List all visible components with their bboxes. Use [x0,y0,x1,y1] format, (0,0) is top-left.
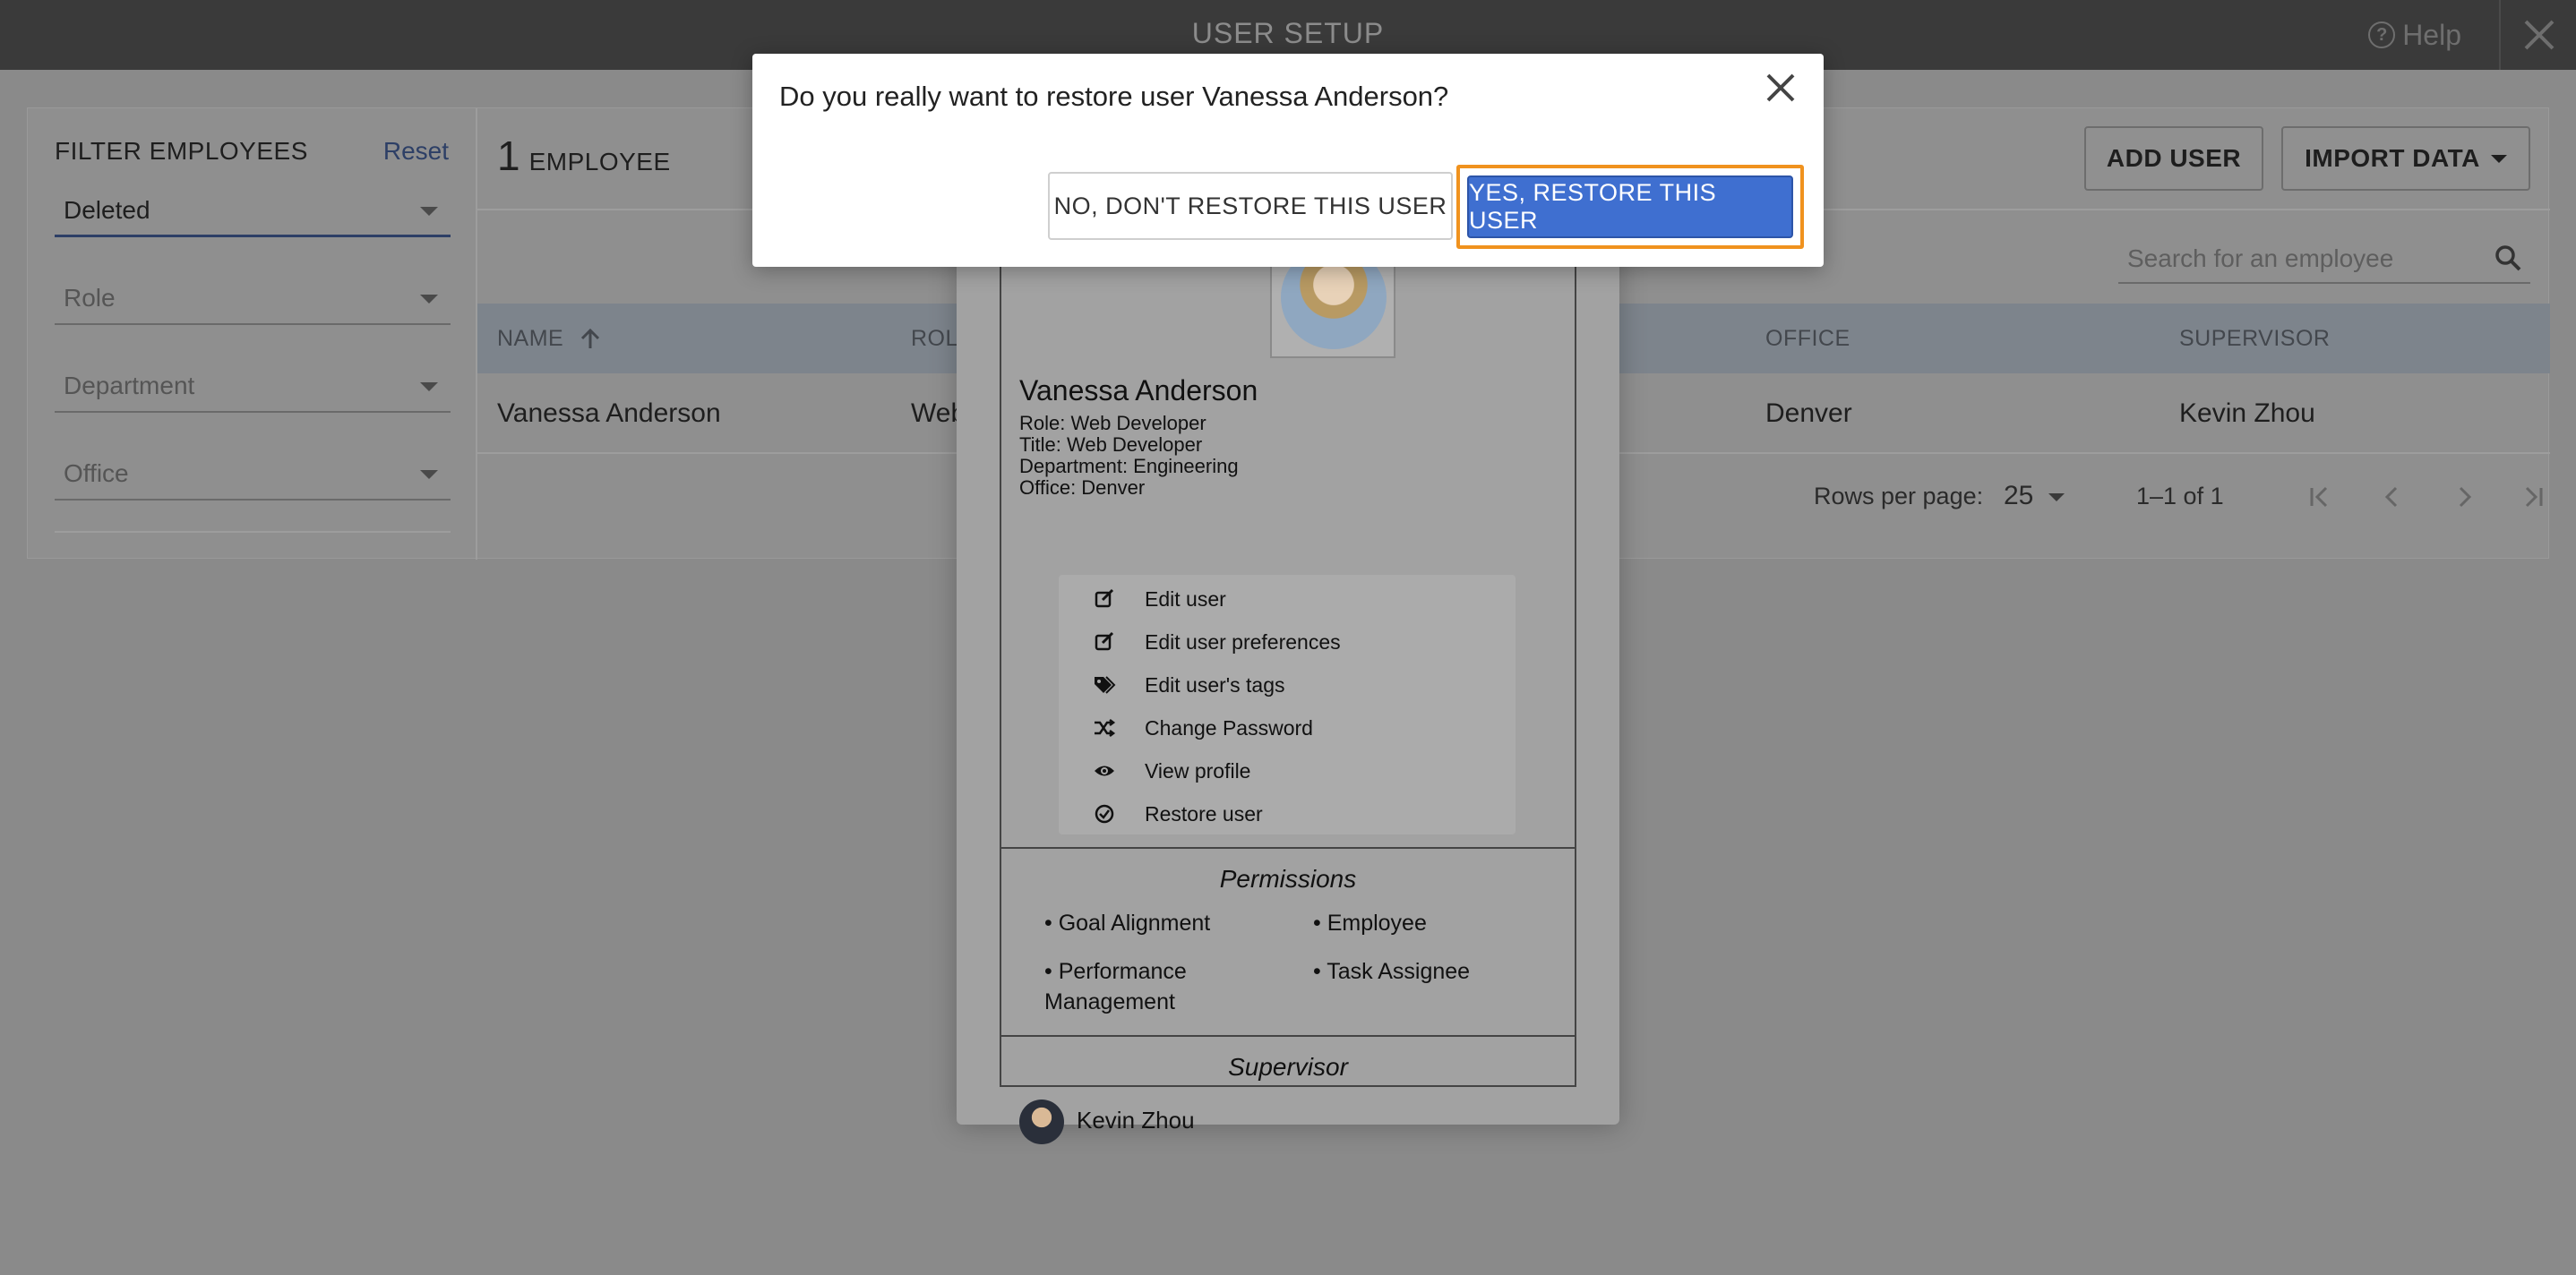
role-select-placeholder: Role [64,284,116,312]
filter-divider [55,531,451,533]
add-user-button[interactable]: ADD USER [2084,126,2263,191]
cell-name: Vanessa Anderson [497,398,721,428]
topbar-divider [2499,0,2501,70]
edit-icon [1095,631,1114,651]
employee-count-label: EMPLOYEE [528,148,671,175]
supervisor-avatar [1019,1100,1064,1144]
check-circle-icon [1095,804,1114,824]
employee-count-number: 1 [497,133,520,179]
search-icon [2495,245,2521,271]
user-department: Department: Engineering [1019,455,1239,477]
rows-per-page-select[interactable]: 25 [2004,481,2033,511]
tags-icon [1095,676,1116,694]
menu-item-change-password[interactable]: Change Password [1059,706,1516,749]
user-name: Vanessa Anderson [1019,374,1258,406]
chevron-down-icon [420,207,438,216]
dialog-question: Do you really want to restore user Vanes… [779,81,1449,112]
restore-user-button[interactable]: YES, RESTORE THIS USER [1467,175,1793,238]
last-page-icon[interactable] [2512,477,2552,517]
eye-icon [1095,766,1114,776]
column-header-supervisor[interactable]: SUPERVISOR [2179,304,2330,373]
menu-item-label: View profile [1145,759,1251,783]
shuffle-icon [1095,719,1116,737]
page-range: 1–1 of 1 [2136,483,2224,509]
close-icon[interactable] [2515,11,2563,59]
reset-link[interactable]: Reset [383,137,449,166]
user-office: Office: Denver [1019,476,1146,499]
close-icon[interactable] [1763,70,1799,106]
permission-item: • Performance Management [1044,959,1187,1014]
role-select[interactable]: Role [55,275,451,325]
next-page-icon[interactable] [2444,477,2484,517]
filter-sidebar: FILTER EMPLOYEES Reset Deleted Role Depa… [28,108,477,560]
employee-count: 1 EMPLOYEE [497,132,671,180]
chevron-down-icon [2048,493,2065,501]
menu-item-view-profile[interactable]: View profile [1059,749,1516,792]
chevron-down-icon [420,470,438,479]
user-card: Vanessa Anderson Role: Web Developer Tit… [1000,242,1576,1144]
permission-item: • Employee [1313,911,1427,936]
previous-page-icon[interactable] [2373,477,2412,517]
user-actions-menu: Edit user Edit user preferences Edit use… [1059,575,1516,834]
first-page-icon[interactable] [2301,477,2340,517]
menu-item-label: Restore user [1145,802,1263,826]
menu-item-label: Edit user preferences [1145,630,1341,654]
permission-item: • Task Assignee [1313,959,1471,984]
search-placeholder: Search for an employee [2127,244,2394,272]
column-header-name-label: NAME [497,326,564,351]
restore-confirm-dialog: Do you really want to restore user Vanes… [752,54,1824,267]
cell-supervisor: Kevin Zhou [2179,398,2315,428]
office-select[interactable]: Office [55,450,451,501]
menu-item-label: Change Password [1145,716,1313,740]
supervisor-title: Supervisor [1228,1053,1348,1081]
import-data-label: IMPORT DATA [2305,144,2480,172]
menu-item-label: Edit user's tags [1145,673,1285,697]
status-select-value: Deleted [64,196,150,224]
department-select[interactable]: Department [55,363,451,413]
filter-label: FILTER EMPLOYEES [55,137,308,165]
sort-ascending-icon [580,329,599,349]
supervisor-name: Kevin Zhou [1077,1107,1195,1134]
caret-down-icon [2490,154,2507,163]
help-icon: ? [2368,21,2396,48]
user-role: Role: Web Developer [1019,412,1206,434]
import-data-button[interactable]: IMPORT DATA [2281,126,2530,191]
menu-item-edit-user[interactable]: Edit user [1059,577,1516,620]
user-card-modal: Vanessa Anderson Role: Web Developer Tit… [957,170,1619,1144]
permission-item: • Goal Alignment [1044,911,1211,936]
menu-item-edit-tags[interactable]: Edit user's tags [1059,663,1516,706]
edit-icon [1095,588,1114,608]
dont-restore-button[interactable]: NO, DON'T RESTORE THIS USER [1048,172,1453,240]
rows-per-page-label: Rows per page: [1814,483,1984,509]
column-header-office[interactable]: OFFICE [1765,304,1850,373]
department-select-placeholder: Department [64,372,195,399]
status-select[interactable]: Deleted [55,187,451,237]
cell-office: Denver [1765,398,1852,428]
help-label: Help [2402,18,2461,51]
menu-item-restore-user[interactable]: Restore user [1059,792,1516,834]
chevron-down-icon [420,382,438,391]
column-header-name[interactable]: NAME [497,304,603,373]
menu-item-label: Edit user [1145,587,1226,611]
help-button[interactable]: ? Help [2368,0,2461,70]
section-divider [1001,1035,1575,1037]
user-title: Title: Web Developer [1019,433,1203,456]
menu-item-edit-preferences[interactable]: Edit user preferences [1059,620,1516,663]
permissions-title: Permissions [1219,865,1357,893]
search-input[interactable]: Search for an employee [2118,234,2530,284]
chevron-down-icon [420,295,438,304]
office-select-placeholder: Office [64,459,129,487]
section-divider [1001,847,1575,849]
